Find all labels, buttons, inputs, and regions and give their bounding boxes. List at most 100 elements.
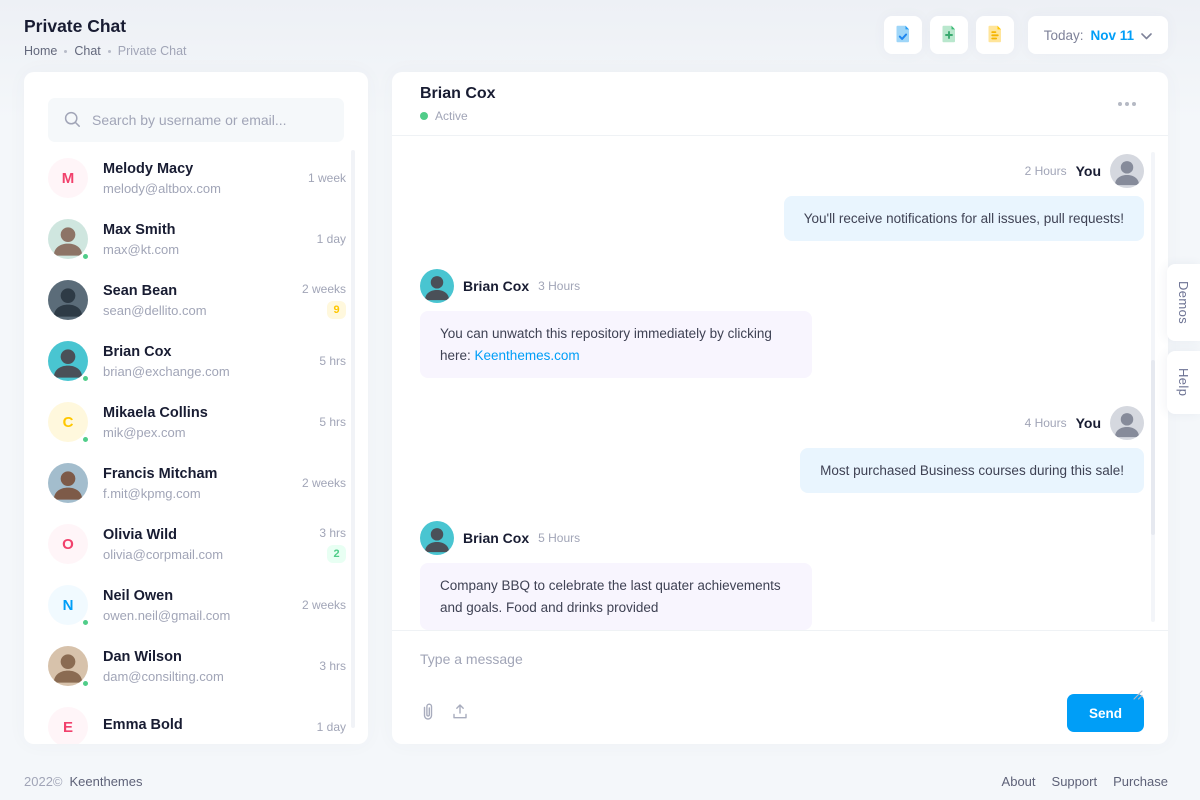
avatar: N (48, 585, 88, 625)
online-indicator (81, 618, 90, 627)
footer-link-support[interactable]: Support (1052, 774, 1098, 789)
avatar: C (48, 402, 88, 442)
chat-peer: Brian Cox Active (420, 85, 496, 123)
contact-info: Emma Bold (103, 717, 317, 737)
date-picker-button[interactable]: Today: Nov 11 (1028, 16, 1168, 54)
contact-info: Melody Macy melody@altbox.com (103, 161, 308, 196)
contact-name: Emma Bold (103, 717, 317, 733)
contact-row-max-smith[interactable]: Max Smith max@kt.com 1 day (48, 219, 346, 259)
contact-time: 2 weeks (302, 282, 346, 296)
message-outgoing: 2 Hours You You'll receive notifications… (420, 154, 1144, 241)
file-check-button[interactable] (884, 16, 922, 54)
date-value: Nov 11 (1090, 28, 1134, 43)
online-indicator (81, 435, 90, 444)
breadcrumb-home[interactable]: Home (24, 44, 57, 58)
contact-email: owen.neil@gmail.com (103, 608, 302, 623)
contact-email: sean@dellito.com (103, 303, 302, 318)
contact-row-dan-wilson[interactable]: Dan Wilson dam@consilting.com 3 hrs (48, 646, 346, 686)
contact-info: Max Smith max@kt.com (103, 222, 317, 257)
resize-handle-icon[interactable] (1133, 687, 1143, 705)
message-bubble: Most purchased Business courses during t… (800, 448, 1144, 493)
page-heading: Private Chat Home Chat Private Chat (24, 10, 187, 58)
breadcrumb-chat[interactable]: Chat (74, 44, 100, 58)
compose-area: Send (392, 630, 1168, 744)
breadcrumb-current: Private Chat (118, 44, 187, 58)
contact-time: 1 week (308, 171, 346, 185)
avatar-initial: N (63, 597, 74, 614)
breadcrumb-separator (108, 50, 111, 53)
peer-avatar (420, 269, 454, 303)
avatar: O (48, 524, 88, 564)
message-bubble: You can unwatch this repository immediat… (420, 311, 812, 378)
contact-info: Francis Mitcham f.mit@kpmg.com (103, 466, 302, 501)
contact-meta: 1 day (317, 232, 346, 246)
footer-link-purchase[interactable]: Purchase (1113, 774, 1168, 789)
chevron-down-icon (1141, 28, 1152, 43)
contact-name: Neil Owen (103, 588, 302, 604)
search-icon (63, 110, 82, 134)
chat-peer-status: Active (420, 109, 496, 123)
chat-peer-name: Brian Cox (420, 85, 496, 103)
contact-time: 5 hrs (319, 354, 346, 368)
avatar-initial: C (63, 414, 74, 431)
date-label: Today: (1044, 28, 1084, 43)
attach-file-button[interactable] (420, 702, 436, 725)
file-plus-button[interactable] (930, 16, 968, 54)
contact-time: 5 hrs (319, 415, 346, 429)
contact-email: melody@altbox.com (103, 181, 308, 196)
contact-email: brian@exchange.com (103, 364, 319, 379)
avatar (48, 341, 88, 381)
message-link[interactable]: Keenthemes.com (475, 348, 580, 363)
footer-link-about[interactable]: About (1002, 774, 1036, 789)
contact-meta: 1 week (308, 171, 346, 185)
status-text: Active (435, 109, 468, 123)
message-list: 2 Hours You You'll receive notifications… (392, 136, 1168, 630)
file-lines-button[interactable] (976, 16, 1014, 54)
contact-email: f.mit@kpmg.com (103, 486, 302, 501)
chat-scrollbar-thumb[interactable] (1151, 360, 1155, 535)
contacts-scrollbar[interactable] (351, 150, 355, 728)
footer-links: About Support Purchase (1002, 774, 1168, 789)
help-tab[interactable]: Help (1167, 351, 1200, 413)
message-sender[interactable]: You (1076, 163, 1101, 179)
person-photo-icon (48, 463, 88, 503)
contact-meta: 5 hrs (319, 415, 346, 429)
contacts-panel: M Melody Macy melody@altbox.com 1 week M… (24, 72, 368, 744)
message-sender[interactable]: Brian Cox (463, 530, 529, 546)
chat-panel: Brian Cox Active 2 Hours You You'll rece… (392, 72, 1168, 744)
contact-list: M Melody Macy melody@altbox.com 1 week M… (24, 158, 368, 744)
contact-email: mik@pex.com (103, 425, 319, 440)
message-sender[interactable]: You (1076, 415, 1101, 431)
online-indicator (81, 374, 90, 383)
contact-meta: 2 weeks (302, 598, 346, 612)
contact-row-melody-macy[interactable]: M Melody Macy melody@altbox.com 1 week (48, 158, 346, 198)
contact-name: Max Smith (103, 222, 317, 238)
unread-badge: 2 (327, 545, 346, 563)
message-bubble: Company BBQ to celebrate the last quater… (420, 563, 812, 630)
message-text: Company BBQ to celebrate the last quater… (440, 578, 781, 614)
online-indicator (81, 679, 90, 688)
message-time: 5 Hours (538, 531, 580, 545)
message-time: 4 Hours (1025, 416, 1067, 430)
contact-row-brian-cox[interactable]: Brian Cox brian@exchange.com 5 hrs (48, 341, 346, 381)
contact-row-francis-mitcham[interactable]: Francis Mitcham f.mit@kpmg.com 2 weeks (48, 463, 346, 503)
contact-time: 3 hrs (319, 526, 346, 540)
avatar (48, 219, 88, 259)
contact-row-sean-bean[interactable]: Sean Bean sean@dellito.com 2 weeks 9 (48, 280, 346, 320)
contact-info: Sean Bean sean@dellito.com (103, 283, 302, 318)
contact-row-neil-owen[interactable]: N Neil Owen owen.neil@gmail.com 2 weeks (48, 585, 346, 625)
message-header: Brian Cox 5 Hours (420, 521, 580, 555)
message-header: Brian Cox 3 Hours (420, 269, 580, 303)
contact-row-mikaela-collins[interactable]: C Mikaela Collins mik@pex.com 5 hrs (48, 402, 346, 442)
avatar (48, 463, 88, 503)
chat-more-button[interactable] (1114, 98, 1140, 110)
message-input[interactable] (420, 643, 1144, 685)
message-sender[interactable]: Brian Cox (463, 278, 529, 294)
contact-row-emma-bold[interactable]: E Emma Bold 1 day (48, 707, 346, 744)
search-input[interactable] (48, 98, 344, 142)
footer-brand-link[interactable]: Keenthemes (70, 774, 143, 789)
demos-tab[interactable]: Demos (1167, 264, 1200, 341)
peer-avatar (420, 521, 454, 555)
upload-button[interactable] (451, 702, 469, 724)
contact-row-olivia-wild[interactable]: O Olivia Wild olivia@corpmail.com 3 hrs … (48, 524, 346, 564)
